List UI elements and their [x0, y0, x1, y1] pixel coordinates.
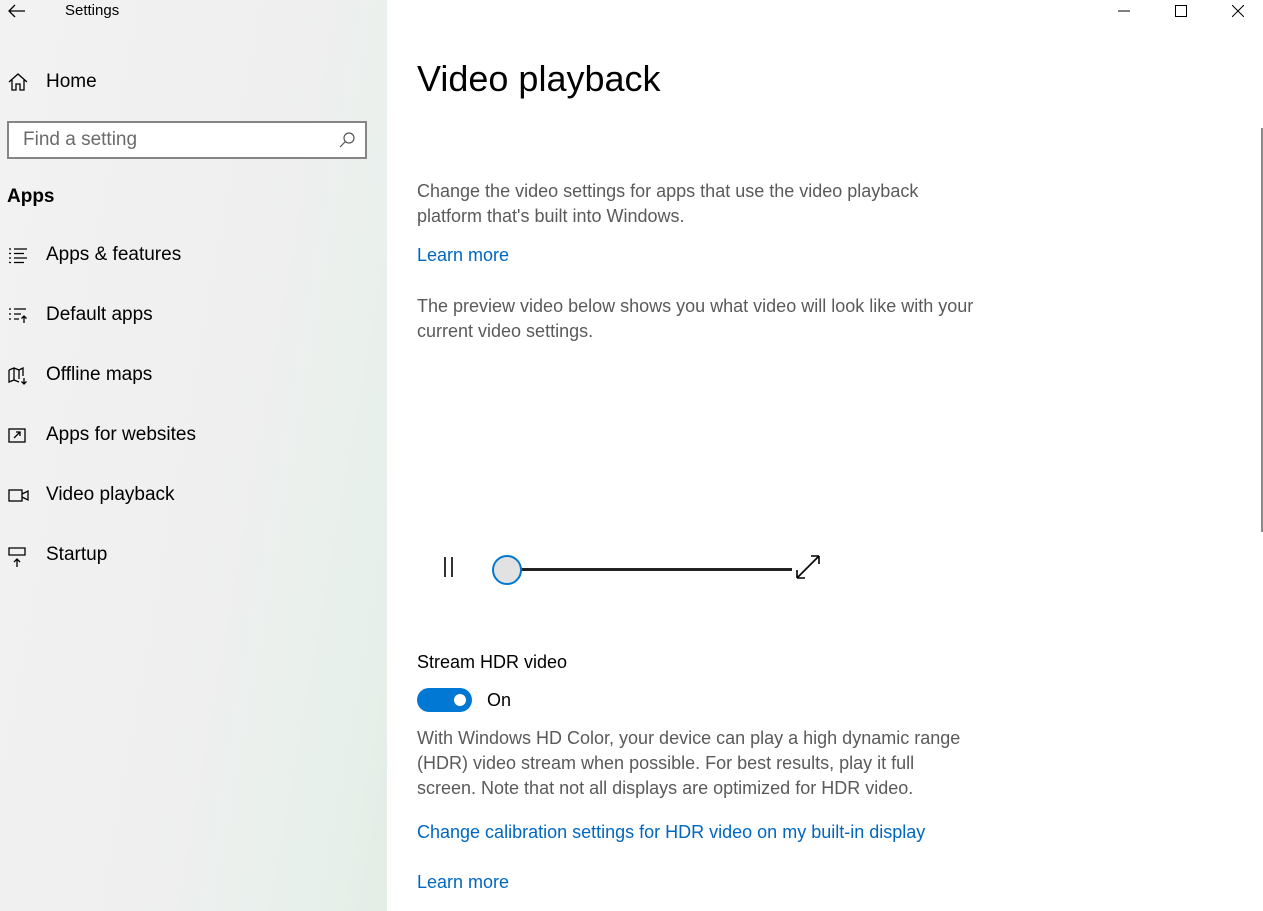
sidebar-item-apps-features[interactable]: Apps & features — [0, 234, 387, 278]
back-button[interactable] — [6, 0, 28, 22]
search-box — [7, 121, 367, 159]
apps-websites-icon — [8, 428, 26, 443]
video-player-controls — [417, 548, 837, 592]
sidebar-item-label: Video playback — [46, 484, 175, 505]
learn-more-link[interactable]: Learn more — [417, 245, 509, 266]
seek-track[interactable] — [512, 568, 792, 571]
learn-more-link-hdr[interactable]: Learn more — [417, 872, 509, 893]
sidebar-item-startup[interactable]: Startup — [0, 534, 387, 578]
seek-slider-thumb[interactable] — [492, 555, 522, 585]
default-apps-icon — [9, 308, 27, 323]
apps-features-icon — [9, 248, 27, 264]
sidebar-item-offline-maps[interactable]: Offline maps — [0, 354, 387, 398]
sidebar-item-label: Default apps — [46, 304, 153, 325]
sidebar: Settings Home Apps Apps & features Defau… — [0, 0, 387, 911]
offline-maps-icon — [8, 367, 27, 385]
toggle-knob — [454, 694, 466, 706]
hdr-description: With Windows HD Color, your device can p… — [417, 728, 961, 798]
sidebar-item-video-playback[interactable]: Video playback — [0, 474, 387, 518]
sidebar-item-label: Startup — [46, 544, 108, 565]
section-heading-apps: Apps — [7, 186, 55, 207]
intro-text: Change the video settings for apps that … — [417, 181, 919, 226]
hdr-calibration-link[interactable]: Change calibration settings for HDR vide… — [417, 822, 925, 843]
search-icon[interactable] — [339, 132, 355, 148]
startup-icon — [8, 547, 26, 567]
hdr-setting-label: Stream HDR video — [417, 652, 568, 672]
page-title: Video playback — [417, 58, 661, 99]
search-input[interactable] — [9, 129, 329, 151]
main-content: Video playback Change the video settings… — [387, 0, 1263, 911]
hdr-toggle-state: On — [487, 690, 512, 710]
sidebar-item-label: Offline maps — [46, 364, 153, 385]
sidebar-item-label: Apps for websites — [46, 424, 196, 445]
video-playback-icon — [8, 489, 29, 502]
back-arrow-icon — [8, 4, 25, 18]
sidebar-item-default-apps[interactable]: Default apps — [0, 294, 387, 338]
sidebar-item-apps-for-websites[interactable]: Apps for websites — [0, 414, 387, 458]
fullscreen-icon[interactable] — [793, 552, 823, 582]
sidebar-item-label: Home — [46, 71, 97, 92]
sidebar-item-home[interactable]: Home — [0, 64, 387, 100]
app-title: Settings — [65, 2, 120, 19]
pause-icon[interactable] — [437, 554, 461, 580]
home-icon — [8, 73, 28, 91]
hdr-toggle[interactable] — [417, 688, 472, 712]
preview-description: The preview video below shows you what v… — [417, 296, 974, 341]
sidebar-item-label: Apps & features — [46, 244, 182, 265]
